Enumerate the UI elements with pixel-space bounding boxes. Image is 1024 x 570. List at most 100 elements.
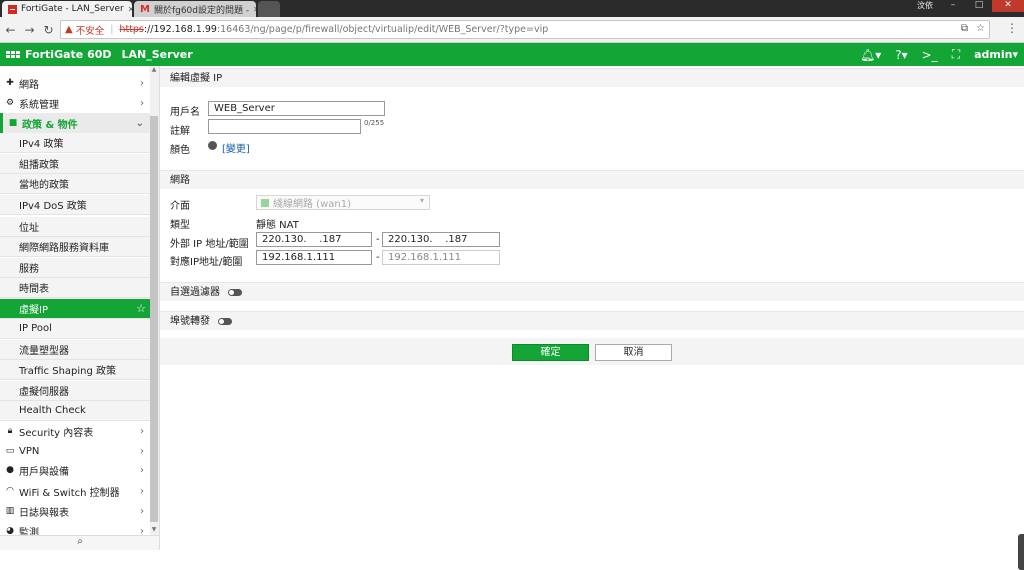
reload-icon[interactable]: ↻ [40, 21, 57, 39]
cancel-button[interactable]: 取消 [595, 344, 672, 361]
cli-console-icon[interactable]: >_ [922, 48, 938, 62]
sidebar-item-label: Security 內容表 [19, 427, 94, 439]
window-user[interactable]: 汶依 [910, 0, 940, 12]
close-tab-icon[interactable]: ✕ [128, 5, 132, 14]
window-controls: 汶依 – □ ✕ [910, 0, 1024, 12]
sidebar-subitem-schedules[interactable]: 時間表 [0, 278, 150, 298]
close-window-button[interactable]: ✕ [992, 0, 1024, 12]
interface-select[interactable]: 綫線網路 (wan1) ▾ [256, 195, 430, 210]
port-forward-toggle[interactable] [218, 318, 232, 325]
sidebar-item-system[interactable]: ⚙ 系統管理 › [0, 93, 150, 113]
sidebar-subitem-ipv4-dos-policy[interactable]: IPv4 DoS 政策 [0, 195, 150, 215]
sidebar-item-network[interactable]: ✚ 網路 › [0, 73, 150, 93]
minimize-button[interactable]: – [940, 0, 966, 12]
sidebar-item-log-report[interactable]: ▥ 日誌與報表 › [0, 501, 150, 521]
color-label: 顏色 [170, 145, 190, 156]
external-ip-start-input[interactable] [256, 232, 372, 247]
sidebar-scroll-thumb[interactable] [150, 116, 158, 522]
monitor-icon: ▭ [5, 446, 15, 456]
browser-menu-icon[interactable]: ⋮ [1006, 21, 1018, 35]
sidebar-item-vpn[interactable]: ▭ VPN › [0, 441, 150, 461]
forward-arrow-icon[interactable]: → [21, 21, 38, 39]
chevron-right-icon: › [140, 445, 144, 457]
scroll-up-icon[interactable]: ▲ [150, 66, 158, 73]
chevron-right-icon: › [140, 97, 144, 109]
sidebar-subitem-services[interactable]: 服務 [0, 258, 150, 278]
color-change-link[interactable]: [變更] [222, 140, 250, 155]
sidebar-item-label: 用戶與設備 [19, 466, 69, 478]
maximize-button[interactable]: □ [966, 0, 992, 12]
name-label: 用戶名 [170, 107, 200, 118]
sidebar-item-label: 服務 [19, 264, 39, 275]
help-icon[interactable]: ?▾ [895, 48, 907, 62]
url-path: :16463/ng/page/p/firewall/object/virtual… [216, 24, 549, 35]
address-bar[interactable]: ▲ 不安全 | https ://192.168.1.99 :16463/ng/… [60, 20, 990, 39]
source-filter-row: 自選過濾器 [160, 282, 1024, 301]
gear-icon: ⚙ [5, 98, 15, 108]
sidebar-item-label: IPv4 DoS 政策 [19, 201, 87, 212]
sidebar-search-button[interactable]: ⌕ [0, 535, 159, 550]
side-panel-handle[interactable] [1018, 534, 1024, 570]
back-arrow-icon[interactable]: ← [2, 21, 19, 39]
sidebar-item-policy-objects[interactable]: ■ 政策 & 物件 ⌄ [0, 113, 150, 133]
sidebar-subitem-virtual-servers[interactable]: 虛擬伺服器 [0, 381, 150, 401]
form-title: 編輯虛擬 IP [160, 68, 1024, 87]
security-label[interactable]: 不安全 [76, 23, 105, 37]
chevron-right-icon: › [140, 505, 144, 517]
sidebar-subitem-traffic-shaping-policy[interactable]: Traffic Shaping 政策 [0, 360, 150, 380]
close-tab-icon[interactable]: ✕ [253, 5, 256, 14]
translate-icon[interactable]: ⧉ [961, 23, 968, 34]
tab-title: FortiGate - LAN_Server [21, 4, 124, 14]
mapped-ip-start-input[interactable] [256, 250, 372, 265]
sidebar-item-label: 流量塑型器 [19, 346, 69, 357]
comment-textarea[interactable] [208, 119, 361, 134]
sidebar-subitem-ipv4-policy[interactable]: IPv4 政策 [0, 133, 150, 153]
port-forward-label: 埠號轉發 [170, 316, 210, 327]
sidebar-nav: ▲ ▼ ✚ 網路 › ⚙ 系統管理 › ■ 政策 & 物件 ⌄ IPv4 政策 … [0, 66, 160, 550]
new-tab-button[interactable] [258, 1, 280, 17]
lock-icon: 🔒︎ [7, 426, 13, 436]
sidebar-item-label: 日誌與報表 [19, 507, 69, 519]
sidebar-item-label: 虛擬伺服器 [19, 387, 69, 398]
type-label: 類型 [170, 220, 190, 231]
fullscreen-icon[interactable]: ⛶ [952, 47, 960, 62]
sidebar-subitem-addresses[interactable]: 位址 [0, 217, 150, 237]
name-input[interactable] [208, 101, 385, 116]
notification-bell-icon[interactable]: 🔔︎▾ [860, 48, 881, 62]
form-footer [160, 338, 1024, 365]
color-swatch-icon [208, 141, 217, 150]
external-ip-end-input[interactable] [382, 232, 500, 247]
admin-menu[interactable]: admin▾ [974, 48, 1018, 61]
port-icon [261, 198, 269, 207]
chevron-right-icon: › [140, 425, 144, 437]
sidebar-item-label: 網際網路服務資料庫 [19, 243, 109, 254]
chevron-right-icon: › [140, 464, 144, 476]
sidebar-item-label: 網路 [19, 79, 39, 91]
sidebar-subitem-health-check[interactable]: Health Check [0, 401, 150, 421]
browser-tab-inactive[interactable]: M 關於fg60d設定的問題 - ✕ [134, 1, 256, 17]
sidebar-item-security-profiles[interactable]: 🔒︎ Security 內容表 › [0, 421, 150, 441]
sidebar-item-users-devices[interactable]: ● 用戶與設備 › [0, 460, 150, 480]
sidebar-subitem-internet-service-db[interactable]: 網際網路服務資料庫 [0, 237, 150, 257]
wifi-icon: ◠ [6, 486, 14, 496]
app-header: FortiGate 60D LAN_Server 🔔︎▾ ?▾ >_ ⛶ adm… [0, 43, 1024, 66]
favorite-star-icon[interactable]: ☆ [136, 302, 146, 315]
source-filter-toggle[interactable] [228, 289, 242, 296]
bookmark-star-icon[interactable]: ☆ [976, 23, 985, 34]
sidebar-subitem-multicast-policy[interactable]: 組播政策 [0, 154, 150, 174]
sidebar-subitem-virtual-ip[interactable]: 虛擬IP ☆ [0, 299, 150, 319]
sidebar-item-wifi-switch[interactable]: ◠ WiFi & Switch 控制器 › [0, 481, 150, 501]
sidebar-subitem-traffic-shapers[interactable]: 流量塑型器 [0, 340, 150, 360]
browser-tab-active[interactable]: FortiGate - LAN_Server ✕ [2, 1, 132, 17]
browser-toolbar: ← → ↻ ▲ 不安全 | https ://192.168.1.99 :164… [0, 17, 1024, 43]
admin-label: admin [974, 48, 1013, 61]
sidebar-subitem-local-policy[interactable]: 當地的政策 [0, 174, 150, 194]
user-icon: ● [6, 465, 14, 475]
sidebar-subitem-ip-pool[interactable]: IP Pool [0, 319, 150, 339]
interface-label: 介面 [170, 201, 190, 212]
warning-triangle-icon: ▲ [65, 24, 73, 35]
policy-icon: ■ [8, 118, 18, 128]
chevron-right-icon: › [140, 485, 144, 497]
ok-button[interactable]: 確定 [512, 344, 589, 361]
scroll-down-icon[interactable]: ▼ [150, 526, 158, 533]
